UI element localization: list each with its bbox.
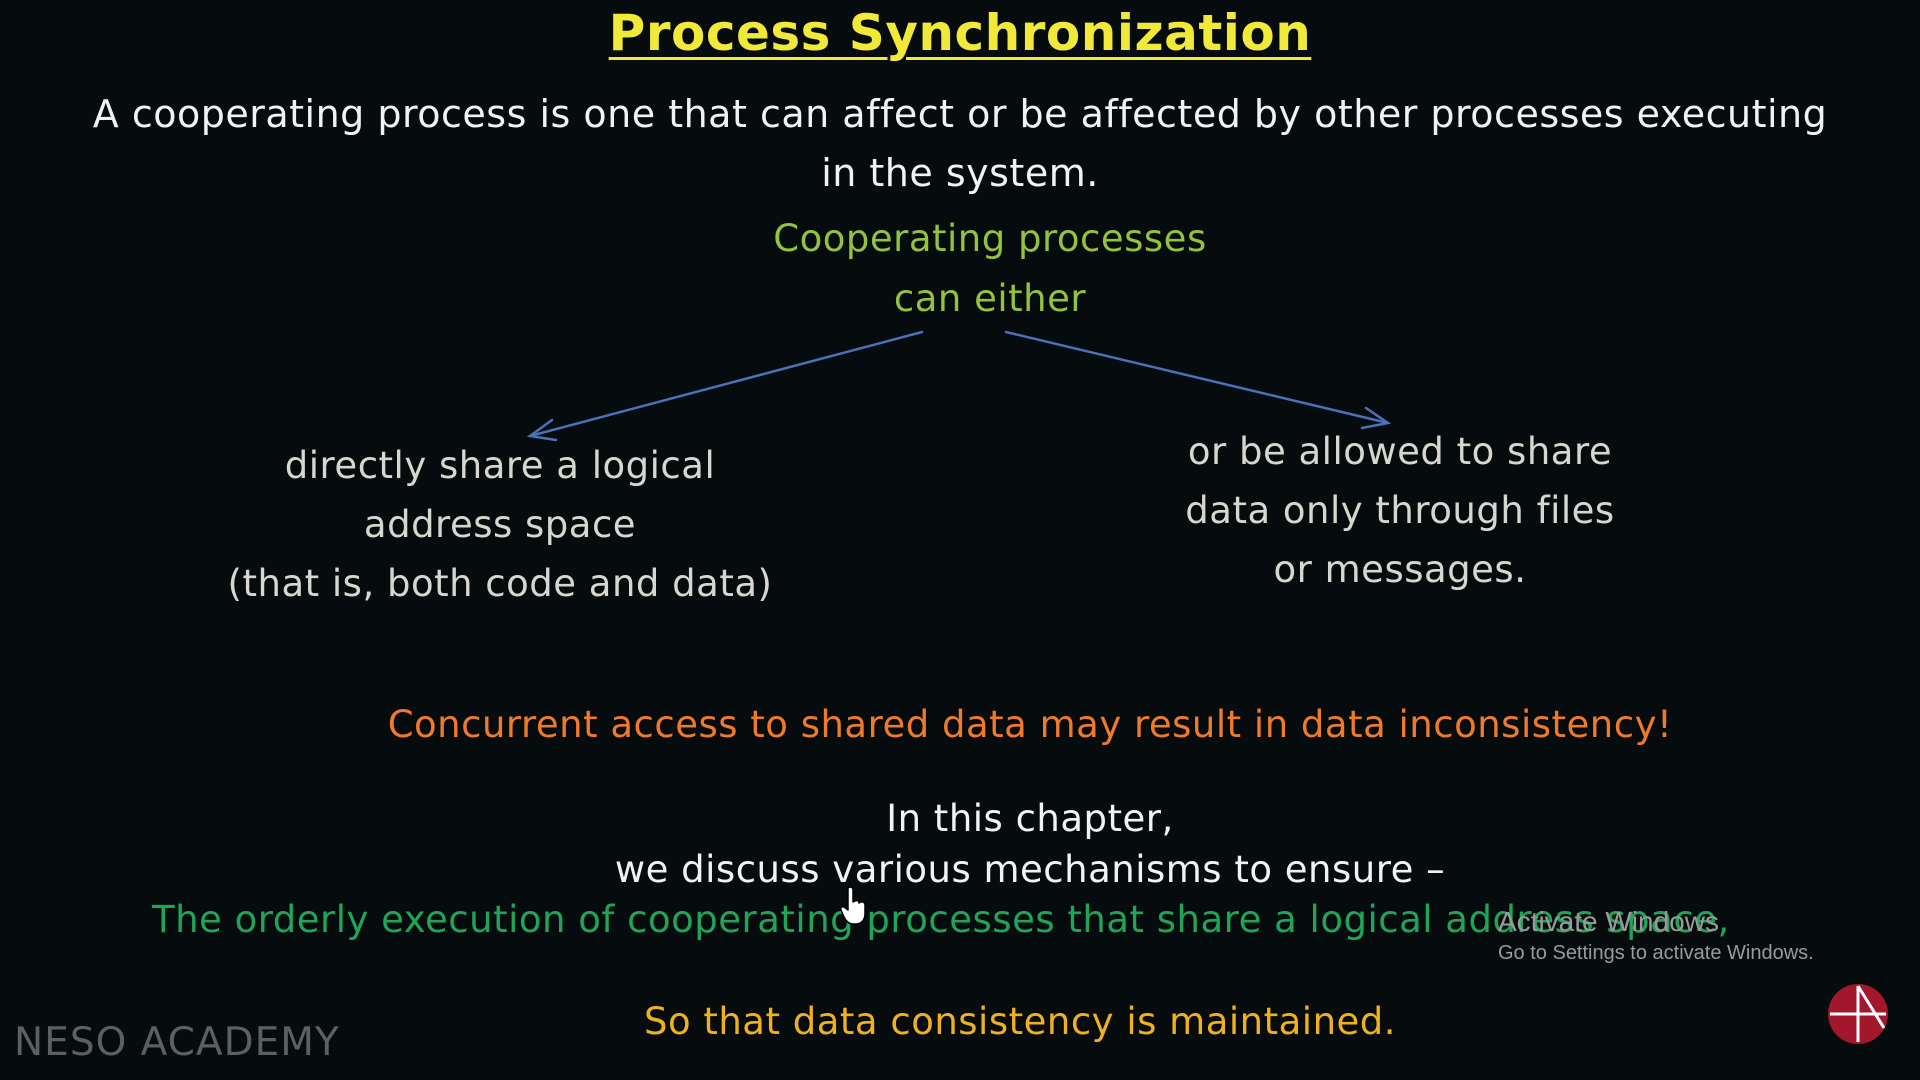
left-branch-text: directly share a logical address space (… <box>200 436 800 613</box>
hand-pointer-icon <box>840 886 866 925</box>
right-arrow <box>1004 330 1392 430</box>
right-branch-text: or be allowed to share data only through… <box>1100 422 1700 599</box>
orderly-execution-line: The orderly execution of cooperating pro… <box>152 898 1730 941</box>
right-branch-line-1: or be allowed to share <box>1187 430 1613 473</box>
activation-subtitle: Go to Settings to activate Windows. <box>1498 942 1814 964</box>
left-branch-line-2: address space <box>363 503 637 546</box>
brand-watermark: NESO ACADEMY <box>14 1020 340 1065</box>
activation-title: Activate Windows <box>1498 906 1719 937</box>
left-branch-line-3: (that is, both code and data) <box>227 562 773 605</box>
neso-logo-icon <box>1828 984 1888 1044</box>
left-branch-line-1: directly share a logical <box>284 444 716 487</box>
right-branch-line-3: or messages. <box>1273 548 1527 591</box>
slide-stage: Process Synchronization A cooperating pr… <box>0 0 1920 1080</box>
chapter-line-1: In this chapter, <box>886 797 1174 840</box>
left-arrow <box>526 330 924 442</box>
right-branch-line-2: data only through files <box>1185 489 1615 532</box>
chapter-line-2: we discuss various mechanisms to ensure … <box>614 848 1446 891</box>
warning-line: Concurrent access to shared data may res… <box>387 703 1673 746</box>
windows-activation-watermark[interactable]: Activate Windows Go to Settings to activ… <box>1498 906 1814 965</box>
